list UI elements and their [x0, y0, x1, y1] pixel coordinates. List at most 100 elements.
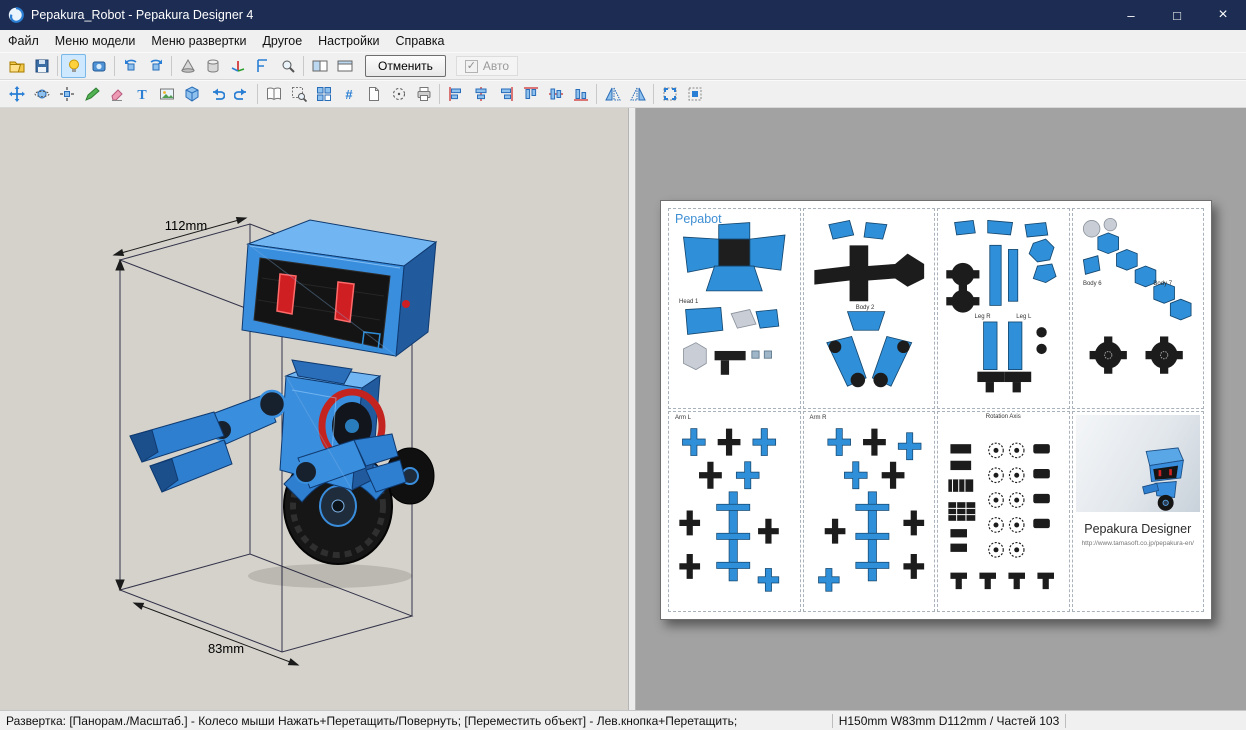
pattern-pieces-legs [938, 209, 1069, 408]
dim-depth-label: 83mm [208, 641, 244, 656]
pattern-pieces-arm-r [804, 412, 935, 611]
mirror-right-button[interactable] [625, 82, 650, 106]
pattern-cell-strips[interactable]: Body 6 Body 7 [1072, 208, 1205, 409]
part-number-icon: # [341, 86, 357, 102]
pattern-cell-legs[interactable]: Leg R Leg L [937, 208, 1070, 409]
open-file-button[interactable] [4, 54, 29, 78]
rotate-left-icon [123, 58, 139, 74]
model-view-button[interactable] [86, 54, 111, 78]
redo-button[interactable] [229, 82, 254, 106]
menu-unfold[interactable]: Меню развертки [143, 31, 254, 51]
close-button[interactable]: × [1200, 0, 1246, 30]
mirror-right-icon [630, 86, 646, 102]
menu-file[interactable]: Файл [0, 31, 47, 51]
fit-page-button[interactable] [682, 82, 707, 106]
align-center-icon [473, 86, 489, 102]
undo-button[interactable] [204, 82, 229, 106]
new-page-button[interactable] [361, 82, 386, 106]
text-tool-button[interactable]: T [129, 82, 154, 106]
pan-view-button[interactable] [4, 82, 29, 106]
align-bottom-icon [573, 86, 589, 102]
cancel-button[interactable]: Отменить [365, 55, 446, 77]
toolbar-top: Отменить ✓ Авто [0, 52, 1246, 80]
pattern-cell-arm-l[interactable]: Arm L [668, 411, 801, 612]
3d-viewport-canvas[interactable]: 112mm 150mm 83mm [0, 108, 628, 710]
align-top-button[interactable] [518, 82, 543, 106]
auto-layout-button[interactable] [311, 82, 336, 106]
align-left-button[interactable] [443, 82, 468, 106]
pattern-cell-body[interactable]: Body 2 [803, 208, 936, 409]
part-label: Body 6 [1083, 281, 1102, 287]
align-top-icon [523, 86, 539, 102]
minimize-button[interactable]: – [1108, 0, 1154, 30]
maximize-button[interactable]: □ [1154, 0, 1200, 30]
eraser-button[interactable] [104, 82, 129, 106]
app-icon [8, 7, 24, 23]
light-toggle-button[interactable] [61, 54, 86, 78]
sheet-title: Pepabot [675, 212, 722, 226]
light-bulb-icon [66, 58, 82, 74]
product-photo [1076, 415, 1201, 512]
solid-box-icon [184, 86, 200, 102]
pattern-cell-arm-r[interactable]: Arm R [803, 411, 936, 612]
fit-selection-button[interactable] [657, 82, 682, 106]
align-right-button[interactable] [493, 82, 518, 106]
circle-tool-icon [391, 86, 407, 102]
part-number-button[interactable]: # [336, 82, 361, 106]
mirror-left-button[interactable] [600, 82, 625, 106]
part-label: Body 2 [856, 305, 875, 311]
insert-image-icon [159, 86, 175, 102]
align-middle-button[interactable] [543, 82, 568, 106]
solid-box-button[interactable] [179, 82, 204, 106]
pane-splitter[interactable] [628, 108, 636, 710]
print-button[interactable] [411, 82, 436, 106]
zoom-select-icon [291, 86, 307, 102]
toolbar-separator [57, 56, 58, 76]
move-part-button[interactable] [54, 82, 79, 106]
book-icon [266, 86, 282, 102]
cone-primitive-button[interactable] [175, 54, 200, 78]
auto-checkbox[interactable]: ✓ [465, 60, 478, 73]
align-right-icon [498, 86, 514, 102]
open-book-button[interactable] [261, 82, 286, 106]
menu-help[interactable]: Справка [387, 31, 452, 51]
magnifier-button[interactable] [275, 54, 300, 78]
menu-model[interactable]: Меню модели [47, 31, 144, 51]
pattern-cell-head[interactable]: Pepabot [668, 208, 801, 409]
part-label: Arm L [675, 415, 691, 421]
align-bottom-button[interactable] [568, 82, 593, 106]
undo-icon [209, 86, 225, 102]
edit-pencil-icon [84, 86, 100, 102]
two-pane-layout-button[interactable] [307, 54, 332, 78]
orbit-view-button[interactable] [29, 82, 54, 106]
pattern-cell-info[interactable]: Pepakura Designer http://www.tamasoft.co… [1072, 411, 1205, 612]
rotate-model-left-button[interactable] [118, 54, 143, 78]
auto-checkbox-group[interactable]: ✓ Авто [456, 56, 518, 76]
cylinder-primitive-button[interactable] [200, 54, 225, 78]
dim-width-label: 112mm [165, 218, 207, 233]
toolbar-separator [439, 84, 440, 104]
pattern-cell-axis[interactable]: Rotation Axis [937, 411, 1070, 612]
measure-button[interactable] [250, 54, 275, 78]
new-page-icon [366, 86, 382, 102]
zoom-select-button[interactable] [286, 82, 311, 106]
save-button[interactable] [29, 54, 54, 78]
text-tool-icon: T [134, 86, 150, 102]
rotate-model-right-button[interactable] [143, 54, 168, 78]
pan-icon [9, 86, 25, 102]
3d-view-pane[interactable]: 112mm 150mm 83mm [0, 108, 628, 710]
brand-url: http://www.tamasoft.co.jp/pepakura-en/ [1073, 540, 1204, 547]
measure-icon [255, 58, 271, 74]
align-left-icon [448, 86, 464, 102]
2d-view-pane[interactable]: Pepabot [636, 108, 1246, 710]
edit-pencil-button[interactable] [79, 82, 104, 106]
menu-settings[interactable]: Настройки [310, 31, 387, 51]
menu-other[interactable]: Другое [254, 31, 310, 51]
cone-icon [180, 58, 196, 74]
toolbar-separator [653, 84, 654, 104]
single-pane-layout-button[interactable] [332, 54, 357, 78]
align-center-button[interactable] [468, 82, 493, 106]
circle-tool-button[interactable] [386, 82, 411, 106]
axes-button[interactable] [225, 54, 250, 78]
insert-image-button[interactable] [154, 82, 179, 106]
